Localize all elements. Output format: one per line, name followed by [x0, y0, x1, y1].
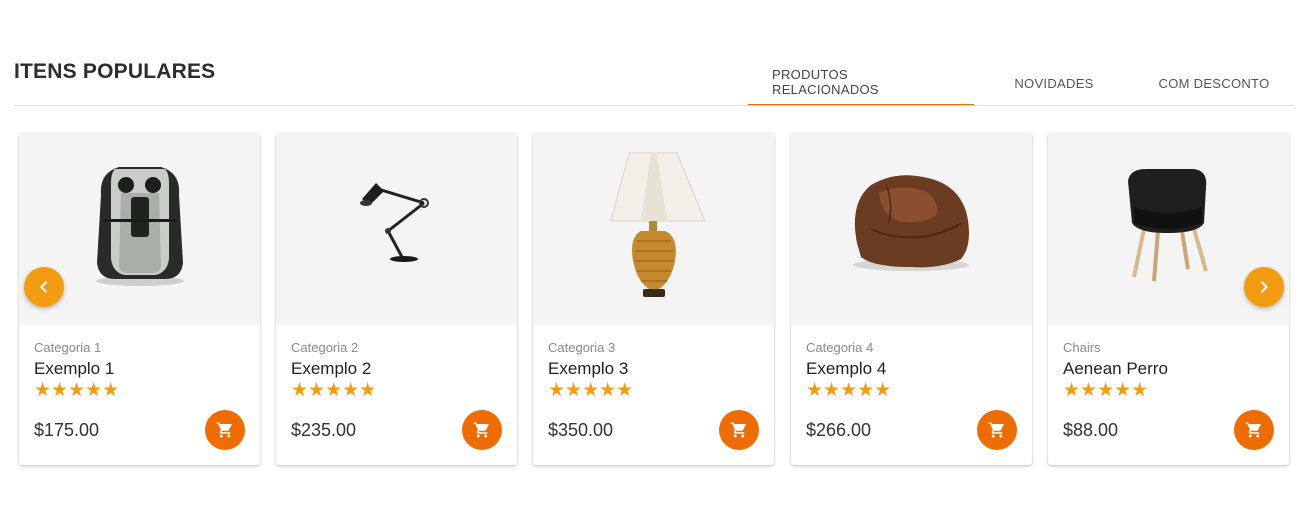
- rating-stars: ★★★★★: [806, 380, 892, 401]
- product-category: Chairs: [1063, 340, 1101, 355]
- add-to-cart-button[interactable]: [977, 410, 1017, 450]
- product-price: $235.00: [291, 420, 357, 440]
- add-to-cart-button[interactable]: [462, 410, 502, 450]
- tab-com-desconto[interactable]: COM DESCONTO: [1134, 60, 1294, 106]
- rating-stars: ★★★★★: [291, 380, 377, 401]
- rating-stars: ★★★★★: [548, 380, 634, 401]
- add-to-cart-button[interactable]: [205, 410, 245, 450]
- product-price: $88.00: [1063, 420, 1119, 440]
- rating-stars: ★★★★★: [34, 380, 120, 401]
- add-to-cart-button[interactable]: [719, 410, 759, 450]
- product-name[interactable]: Exemplo 2: [291, 359, 371, 379]
- cart-icon: [216, 422, 232, 438]
- product-category: Categoria 4: [806, 340, 874, 355]
- product-price: $266.00: [806, 420, 872, 440]
- cart-icon: [1245, 422, 1261, 438]
- tabs-divider: [14, 105, 1294, 106]
- product-card[interactable]: Categoria 3 Exemplo 3 ★★★★★ $350.00: [533, 133, 774, 465]
- cart-icon: [988, 422, 1004, 438]
- cart-icon: [730, 422, 746, 438]
- chevron-right-icon: [1261, 281, 1268, 293]
- product-price: $350.00: [548, 420, 614, 440]
- product-image-desk-lamp[interactable]: [276, 133, 517, 325]
- product-price: $175.00: [34, 420, 100, 440]
- tab-novidades[interactable]: NOVIDADES: [974, 60, 1134, 106]
- tab-produtos-relacionados[interactable]: PRODUTOS RELACIONADOS: [748, 60, 974, 106]
- carousel-prev-button[interactable]: [24, 267, 64, 307]
- product-category: Categoria 3: [548, 340, 616, 355]
- product-category: Categoria 2: [291, 340, 359, 355]
- product-name[interactable]: Exemplo 4: [806, 359, 886, 379]
- product-category: Categoria 1: [34, 340, 102, 355]
- product-card[interactable]: Categoria 2 Exemplo 2 ★★★★★ $235.00: [276, 133, 517, 465]
- product-image-bean-bag[interactable]: [791, 133, 1032, 325]
- section-title: ITENS POPULARES: [14, 60, 216, 83]
- add-to-cart-button[interactable]: [1234, 410, 1274, 450]
- product-name[interactable]: Exemplo 1: [34, 359, 114, 379]
- product-name[interactable]: Exemplo 3: [548, 359, 628, 379]
- product-image-table-lamp[interactable]: [533, 133, 774, 325]
- rating-stars: ★★★★★: [1063, 380, 1149, 401]
- tabs: PRODUTOS RELACIONADOS NOVIDADES COM DESC…: [748, 60, 1294, 106]
- product-name[interactable]: Aenean Perro: [1063, 359, 1168, 379]
- cart-icon: [473, 422, 489, 438]
- chevron-left-icon: [40, 281, 47, 293]
- product-card[interactable]: Categoria 4 Exemplo 4 ★★★★★ $266.00: [791, 133, 1032, 465]
- carousel-next-button[interactable]: [1244, 267, 1284, 307]
